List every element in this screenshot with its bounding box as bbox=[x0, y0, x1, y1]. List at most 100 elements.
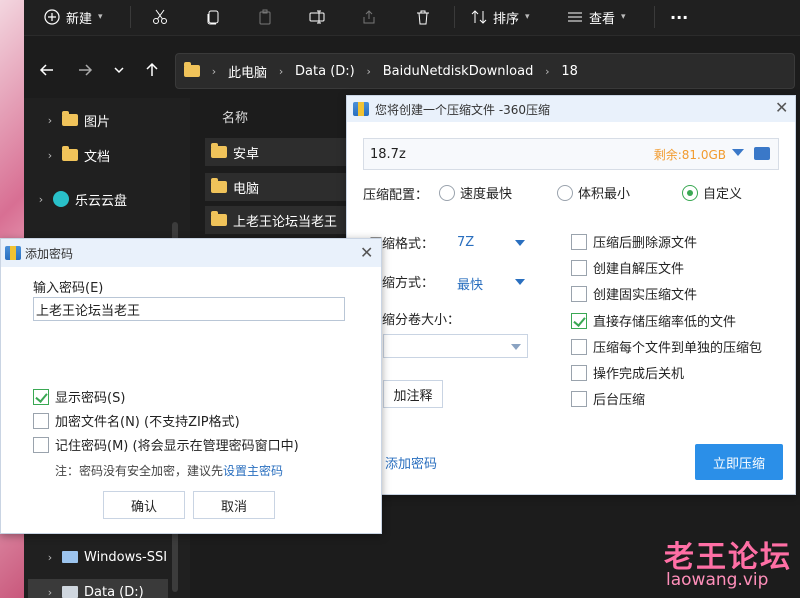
new-button[interactable]: 新建 ▾ bbox=[44, 0, 103, 34]
radio-circle bbox=[439, 184, 455, 201]
drive-icon bbox=[62, 586, 78, 598]
folder-icon bbox=[211, 143, 227, 158]
paste-button[interactable] bbox=[257, 0, 273, 34]
back-button[interactable] bbox=[37, 60, 57, 80]
new-label: 新建 bbox=[66, 11, 93, 27]
plus-circle-icon bbox=[44, 9, 60, 25]
password-input-label: 输入密码(E) bbox=[33, 281, 104, 296]
checkbox-solid[interactable]: 创建固实压缩文件 bbox=[571, 284, 697, 303]
folder-icon bbox=[62, 146, 78, 161]
checkbox-label: 压缩后删除源文件 bbox=[593, 236, 698, 251]
radio-custom[interactable]: 自定义 bbox=[682, 183, 742, 202]
up-button[interactable] bbox=[142, 60, 162, 80]
checkbox-background[interactable]: 后台压缩 bbox=[571, 389, 645, 408]
checkbox-encrypt-names[interactable]: 加密文件名(N) (不支持ZIP格式) bbox=[33, 411, 240, 430]
archive-filename-field[interactable]: 18.7z 剩余:81.0GB bbox=[363, 138, 779, 170]
checkbox-box bbox=[571, 259, 587, 276]
chevron-down-icon: ▾ bbox=[621, 12, 626, 22]
breadcrumb-item[interactable]: 18 bbox=[561, 64, 578, 79]
clipboard-icon bbox=[259, 9, 271, 25]
breadcrumb-item[interactable]: Data (D:) bbox=[295, 64, 355, 79]
dialog-titlebar: 添加密码 bbox=[1, 239, 381, 267]
chevron-right-icon: › bbox=[278, 64, 284, 78]
sidebar-item-cloud[interactable]: › 乐云云盘 bbox=[35, 186, 127, 212]
list-item[interactable]: 电脑 bbox=[205, 173, 347, 201]
forward-button[interactable] bbox=[75, 60, 95, 80]
add-comment-button[interactable]: 加注释 bbox=[383, 380, 443, 408]
browse-folder-icon[interactable] bbox=[754, 147, 770, 160]
chevron-down-icon bbox=[511, 344, 521, 350]
list-item[interactable]: 上老王论坛当老王 bbox=[205, 206, 347, 234]
more-button[interactable]: ··· bbox=[670, 0, 688, 34]
share-button[interactable] bbox=[361, 0, 377, 34]
method-select[interactable]: 最快 bbox=[457, 274, 483, 293]
column-header-name[interactable]: 名称 bbox=[222, 107, 248, 126]
trash-icon bbox=[417, 10, 429, 25]
chevron-down-icon[interactable] bbox=[515, 240, 525, 246]
format-select[interactable]: 7Z bbox=[457, 235, 474, 250]
checkbox-separate-archives[interactable]: 压缩每个文件到单独的压缩包 bbox=[571, 337, 762, 356]
sidebar-item-pictures[interactable]: › 图片 bbox=[44, 107, 110, 133]
breadcrumb-item[interactable]: 此电脑 bbox=[228, 62, 267, 81]
archive-icon bbox=[5, 246, 21, 260]
add-password-dialog: 添加密码 ✕ 输入密码(E) 上老王论坛当老王 显示密码(S) 加密文件名(N)… bbox=[0, 238, 382, 534]
rename-button[interactable] bbox=[309, 0, 325, 34]
rename-icon bbox=[309, 10, 325, 24]
sort-button[interactable]: 排序 ▾ bbox=[471, 0, 530, 34]
cancel-button[interactable]: 取消 bbox=[193, 491, 275, 519]
scissors-icon bbox=[153, 9, 167, 24]
set-master-password-link[interactable]: 设置主密码 bbox=[223, 464, 283, 478]
password-input[interactable]: 上老王论坛当老王 bbox=[33, 297, 345, 321]
config-label: 压缩配置： bbox=[363, 188, 429, 203]
checkbox-sfx[interactable]: 创建自解压文件 bbox=[571, 258, 684, 277]
list-item[interactable]: 安卓 bbox=[205, 138, 347, 166]
confirm-button[interactable]: 确认 bbox=[103, 491, 185, 519]
toolbar-separator bbox=[654, 6, 655, 28]
close-icon[interactable]: ✕ bbox=[775, 98, 788, 117]
checkbox-label: 直接存储压缩率低的文件 bbox=[593, 315, 737, 330]
view-label: 查看 bbox=[589, 11, 616, 27]
checkbox-label: 加密文件名(N) (不支持ZIP格式) bbox=[55, 415, 240, 430]
chevron-right-icon: › bbox=[366, 64, 371, 78]
radio-label: 体积最小 bbox=[578, 187, 631, 202]
password-value: 上老王论坛当老王 bbox=[36, 303, 141, 319]
dropdown-arrow-icon[interactable] bbox=[732, 149, 744, 156]
sidebar-item-windows-drive[interactable]: › Windows-SSI bbox=[44, 544, 167, 570]
start-compress-button[interactable]: 立即压缩 bbox=[695, 444, 783, 480]
checkbox-show-password[interactable]: 显示密码(S) bbox=[33, 387, 125, 406]
cut-button[interactable] bbox=[152, 0, 168, 34]
add-password-link[interactable]: 添加密码 bbox=[385, 453, 437, 472]
checkbox-box bbox=[33, 388, 49, 405]
recent-button[interactable] bbox=[109, 60, 129, 80]
folder-icon bbox=[211, 211, 227, 226]
folder-icon bbox=[62, 111, 78, 126]
share-icon bbox=[363, 10, 375, 24]
close-icon[interactable]: ✕ bbox=[360, 243, 373, 262]
dialog-titlebar: 您将创建一个压缩文件 -360压缩 bbox=[347, 96, 795, 122]
checkbox-shutdown[interactable]: 操作完成后关机 bbox=[571, 363, 684, 382]
checkbox-delete-source[interactable]: 压缩后删除源文件 bbox=[571, 232, 697, 251]
sidebar-item-documents[interactable]: › 文档 bbox=[44, 142, 110, 168]
checkbox-remember-password[interactable]: 记住密码(M) (将会显示在管理密码窗口中) bbox=[33, 435, 299, 454]
cloud-icon bbox=[53, 191, 69, 207]
dialog-title: 您将创建一个压缩文件 -360压缩 bbox=[375, 102, 551, 117]
chevron-right-icon: › bbox=[47, 148, 53, 162]
radio-smallest[interactable]: 体积最小 bbox=[557, 183, 630, 202]
security-note: 注：密码没有安全加密，建议先设置主密码 bbox=[55, 462, 283, 479]
checkbox-box bbox=[571, 285, 587, 302]
checkbox-label: 操作完成后关机 bbox=[593, 367, 685, 382]
breadcrumb-item[interactable]: BaiduNetdiskDownload bbox=[383, 64, 534, 79]
view-list-icon bbox=[568, 12, 582, 22]
chevron-down-icon[interactable] bbox=[515, 279, 525, 285]
archive-filename: 18.7z bbox=[370, 146, 406, 162]
volume-size-select[interactable] bbox=[383, 334, 528, 358]
copy-button[interactable] bbox=[205, 0, 221, 34]
delete-button[interactable] bbox=[415, 0, 431, 34]
radio-fastest[interactable]: 速度最快 bbox=[439, 183, 512, 202]
checkbox-box bbox=[571, 364, 587, 381]
breadcrumb[interactable]: › 此电脑 › Data (D:) › BaiduNetdiskDownload… bbox=[175, 53, 795, 89]
checkbox-store-low-ratio[interactable]: 直接存储压缩率低的文件 bbox=[571, 311, 736, 330]
chevron-down-icon: ▾ bbox=[525, 12, 530, 22]
view-button[interactable]: 查看 ▾ bbox=[567, 0, 626, 34]
sidebar-item-data-drive[interactable]: › Data (D:) bbox=[28, 579, 168, 598]
